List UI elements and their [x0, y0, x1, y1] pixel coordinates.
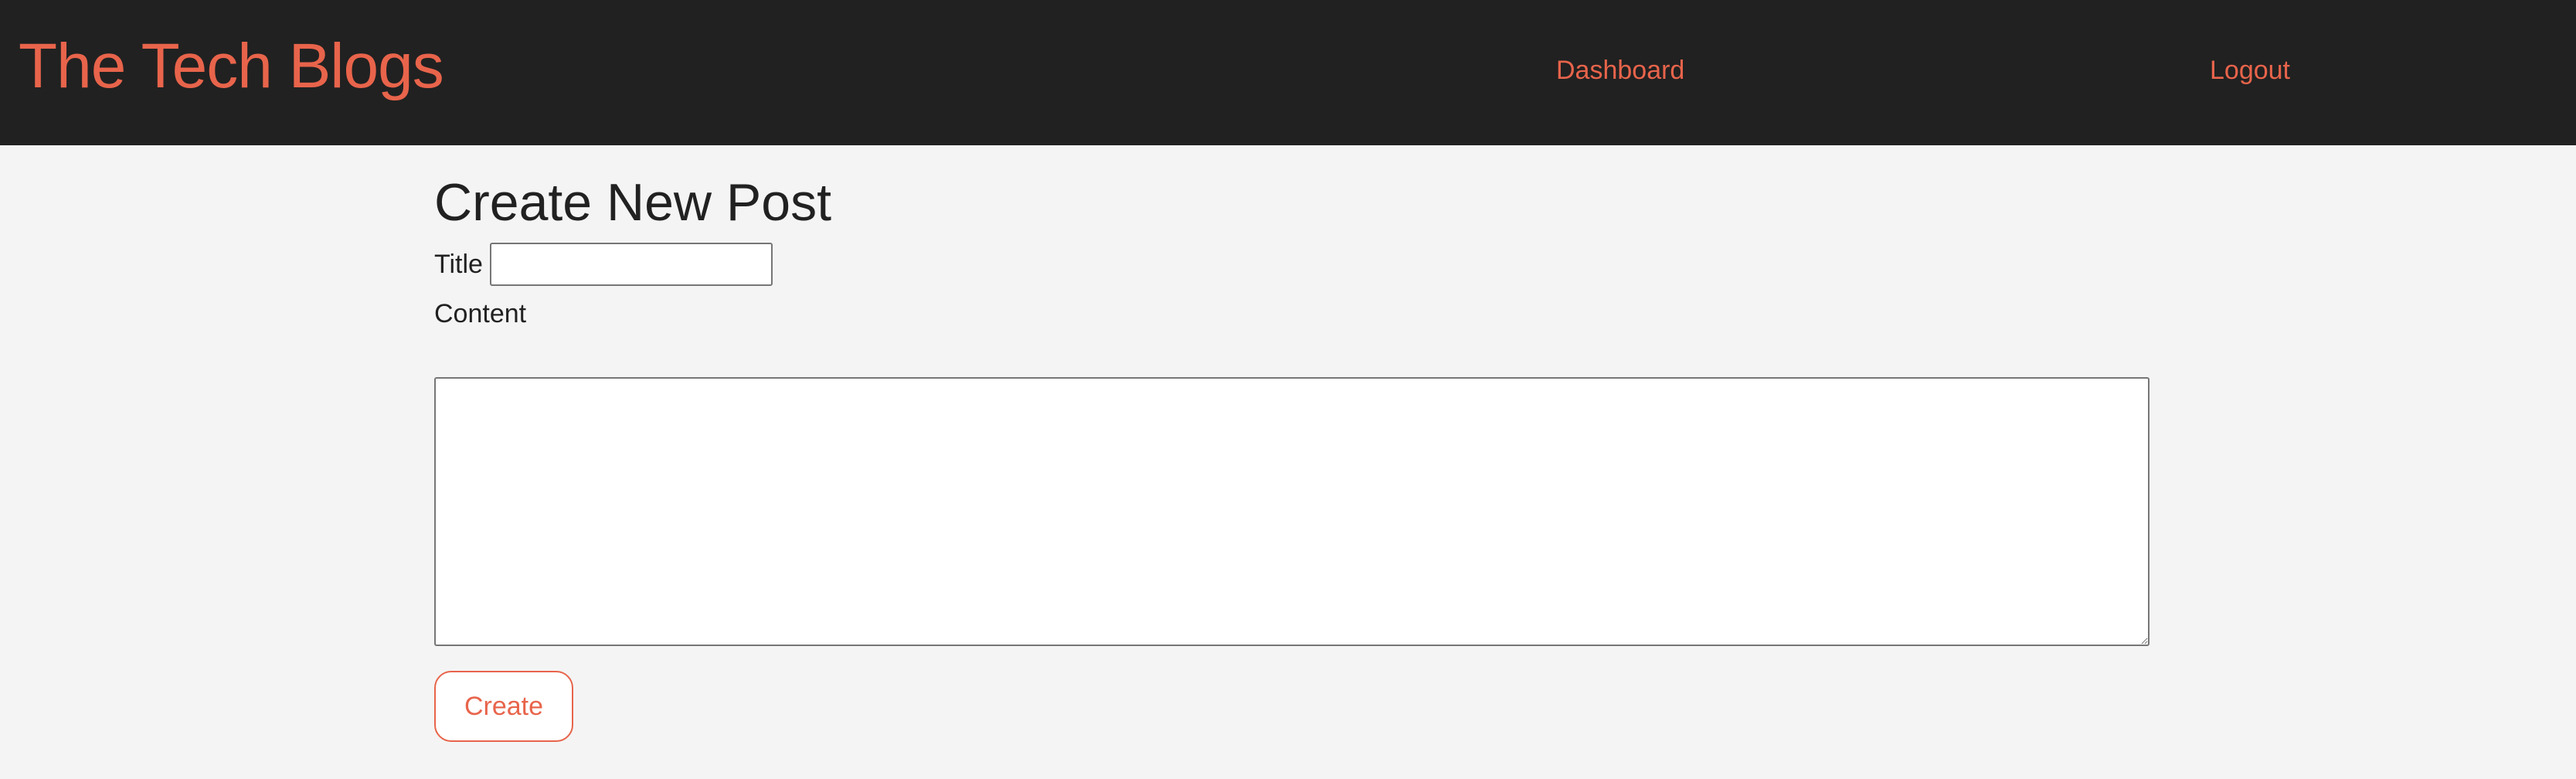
content-label: Content	[434, 299, 527, 328]
page-title: Create New Post	[434, 173, 831, 232]
site-header: The Tech Blogs Dashboard Logout	[0, 0, 2576, 145]
title-input[interactable]	[490, 243, 773, 286]
nav-logout-link[interactable]: Logout	[2210, 54, 2290, 87]
content-textarea[interactable]	[434, 377, 2149, 646]
create-button[interactable]: Create	[434, 671, 573, 742]
site-brand[interactable]: The Tech Blogs	[19, 28, 444, 105]
title-label: Title	[434, 250, 483, 279]
nav-dashboard-link[interactable]: Dashboard	[1556, 54, 1684, 87]
